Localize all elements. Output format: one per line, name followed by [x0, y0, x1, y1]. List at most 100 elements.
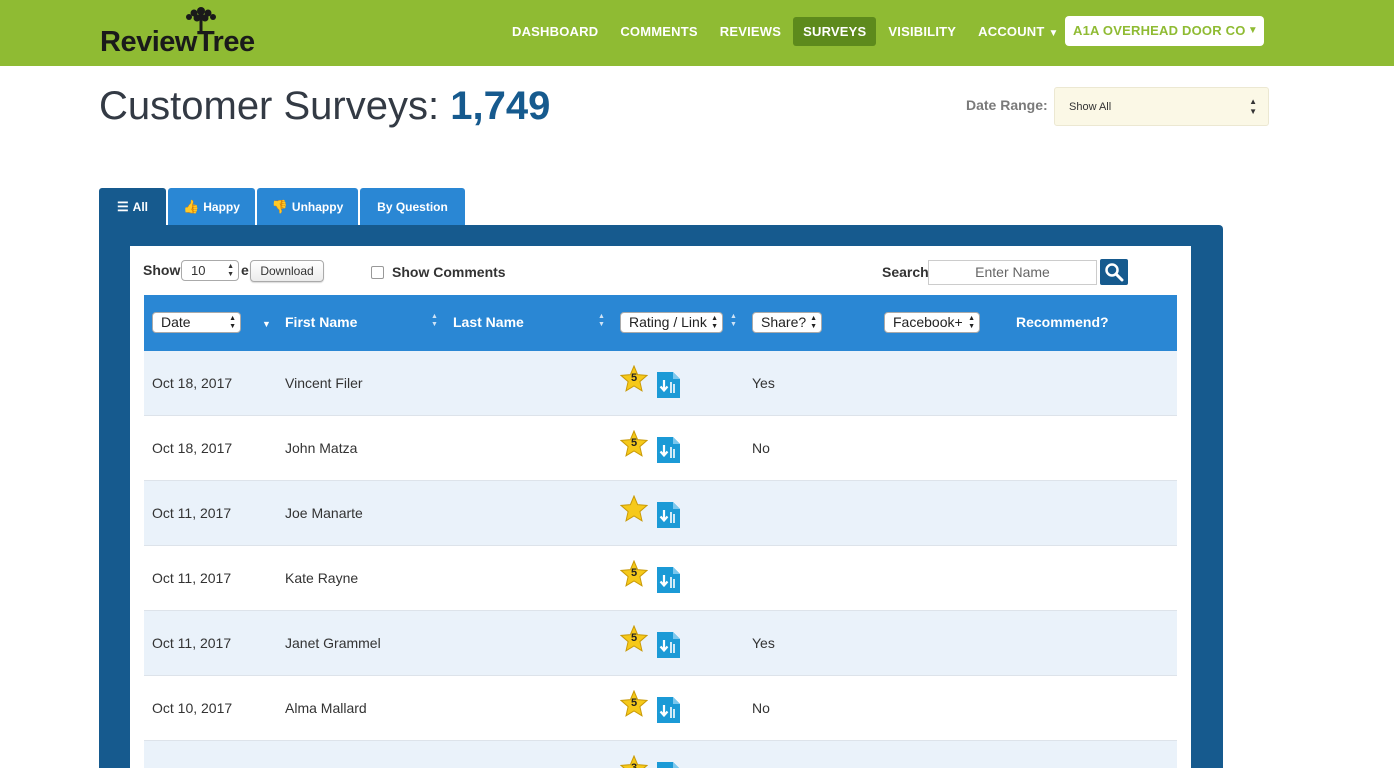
table-row[interactable]: Oct 11, 2017 Janet Grammel 5 Yes: [144, 611, 1177, 676]
nav-dashboard[interactable]: DASHBOARD: [502, 17, 608, 46]
cell-first-name: Alma Mallard: [285, 700, 367, 716]
cell-date: Oct 11, 2017: [152, 635, 232, 651]
rating-value: 5: [630, 372, 638, 384]
rating-value: 5: [630, 697, 638, 709]
first-name-header[interactable]: First Name: [285, 314, 357, 330]
search-icon: [1105, 263, 1124, 282]
cell-share: Yes: [752, 635, 775, 651]
survey-count: 1,749: [450, 84, 551, 128]
select-arrows-icon: ▲ ▼: [711, 315, 718, 330]
tab-by-question-label: By Question: [377, 199, 448, 214]
nav-account[interactable]: ACCOUNT ▼: [968, 17, 1069, 46]
survey-document-icon[interactable]: [656, 371, 681, 399]
survey-document-icon[interactable]: [656, 761, 681, 768]
table-row[interactable]: Oct 10, 2017 Alma Mallard 5 No: [144, 676, 1177, 741]
nav-visibility[interactable]: VISIBILITY: [878, 17, 966, 46]
caret-down-icon: ▼: [1048, 27, 1059, 39]
sort-icon[interactable]: ▲ ▼: [598, 313, 605, 329]
nav-reviews[interactable]: REVIEWS: [710, 17, 791, 46]
tab-all[interactable]: ☰ All: [99, 188, 166, 225]
cell-first-name: Vincent Filer: [285, 375, 363, 391]
share-column-select[interactable]: Share? ▲ ▼: [752, 312, 822, 333]
show-comments-label: Show Comments: [392, 264, 506, 280]
reviewtree-logo[interactable]: ReviewTree: [100, 6, 260, 60]
page-title: Customer Surveys: 1,749: [99, 84, 550, 129]
recommend-header[interactable]: Recommend?: [1016, 314, 1109, 330]
table-row[interactable]: Oct 11, 2017 Joe Manarte: [144, 481, 1177, 546]
nav-comments[interactable]: COMMENTS: [610, 17, 707, 46]
nav-account-label: ACCOUNT: [978, 23, 1045, 39]
search-input[interactable]: Enter Name: [928, 260, 1097, 285]
star-rating-icon: [619, 494, 649, 523]
main-nav: DASHBOARD COMMENTS REVIEWS SURVEYS VISIB…: [502, 16, 1071, 46]
date-range-label: Date Range:: [966, 97, 1048, 113]
business-selector[interactable]: A1A OVERHEAD DOOR CO ▼: [1065, 16, 1264, 46]
cell-first-name: Joe Manarte: [285, 505, 363, 521]
last-name-header[interactable]: Last Name: [453, 314, 524, 330]
business-name: A1A OVERHEAD DOOR CO: [1073, 23, 1246, 38]
page-size-select[interactable]: 10 ▲ ▼: [181, 260, 239, 281]
cell-date: Oct 10, 2017: [152, 700, 233, 716]
select-arrows-icon: ▲ ▼: [229, 315, 236, 330]
star-rating-icon: 5: [619, 364, 649, 393]
star-rating-icon: 5: [619, 559, 649, 588]
search-button[interactable]: [1100, 259, 1128, 285]
rating-value: 3: [630, 762, 638, 768]
entries-label-fragment: e: [241, 262, 249, 278]
tab-happy[interactable]: 👍 Happy: [168, 188, 255, 225]
facebook-column-label: Facebook+: [893, 314, 963, 330]
star-rating-icon: 5: [619, 624, 649, 653]
logo-text: ReviewTree: [100, 26, 255, 58]
list-icon: ☰: [117, 198, 129, 214]
date-range-value: Show All: [1069, 101, 1112, 113]
page-size-value: 10: [191, 263, 206, 278]
select-arrows-icon: ▲ ▼: [227, 263, 234, 278]
rating-column-select[interactable]: Rating / Link ▲ ▼: [620, 312, 723, 333]
survey-document-icon[interactable]: [656, 566, 681, 594]
star-rating-icon: 5: [619, 689, 649, 718]
date-range-select[interactable]: Show All ▲ ▼: [1054, 87, 1269, 126]
select-arrows-icon: ▲ ▼: [1249, 97, 1257, 116]
star-rating-icon: 3: [619, 754, 649, 768]
tab-by-question[interactable]: By Question: [360, 188, 465, 225]
tab-happy-label: Happy: [203, 199, 240, 214]
cell-date: Oct 11, 2017: [152, 570, 232, 586]
select-arrows-icon: ▲ ▼: [810, 315, 817, 330]
table-row[interactable]: Oct 11, 2017 Kate Rayne 5: [144, 546, 1177, 611]
caret-down-icon: ▼: [1247, 25, 1258, 36]
table-row[interactable]: Oct 18, 2017 Vincent Filer 5 Yes: [144, 351, 1177, 416]
rating-column-label: Rating / Link: [629, 314, 707, 330]
table-row[interactable]: Oct 18, 2017 John Matza 5 No: [144, 416, 1177, 481]
select-arrows-icon: ▲ ▼: [968, 315, 975, 330]
cell-date: Oct 18, 2017: [152, 375, 233, 391]
survey-document-icon[interactable]: [656, 436, 681, 464]
show-label: Show: [143, 262, 181, 278]
cell-date: Oct 18, 2017: [152, 440, 233, 456]
sort-desc-icon[interactable]: ▼: [262, 319, 271, 329]
rating-value: 5: [630, 632, 638, 644]
nav-surveys[interactable]: SURVEYS: [793, 16, 877, 46]
facebook-column-select[interactable]: Facebook+ ▲ ▼: [884, 312, 980, 333]
download-button[interactable]: Download: [250, 260, 324, 282]
table-row[interactable]: 3: [144, 741, 1177, 768]
table-body: Oct 18, 2017 Vincent Filer 5 Yes Oct 18, 201…: [144, 351, 1177, 768]
search-label: Search:: [882, 264, 934, 280]
rating-value: 5: [630, 437, 638, 449]
survey-document-icon[interactable]: [656, 631, 681, 659]
rating-value: 5: [630, 567, 638, 579]
date-column-label: Date: [161, 314, 191, 330]
cell-share: No: [752, 440, 770, 456]
cell-date: Oct 11, 2017: [152, 505, 232, 521]
tab-unhappy[interactable]: 👎 Unhappy: [257, 188, 358, 225]
cell-share: Yes: [752, 375, 775, 391]
date-column-select[interactable]: Date ▲ ▼: [152, 312, 241, 333]
survey-tabs: ☰ All 👍 Happy 👎 Unhappy By Question: [99, 188, 467, 225]
survey-document-icon[interactable]: [656, 696, 681, 724]
sort-icon[interactable]: ▲ ▼: [730, 313, 737, 329]
cell-first-name: John Matza: [285, 440, 358, 456]
sort-icon[interactable]: ▲ ▼: [431, 313, 438, 329]
show-comments-checkbox[interactable]: [371, 266, 384, 279]
survey-document-icon[interactable]: [656, 501, 681, 529]
thumbs-up-icon: 👍: [183, 198, 200, 214]
share-column-label: Share?: [761, 314, 807, 330]
